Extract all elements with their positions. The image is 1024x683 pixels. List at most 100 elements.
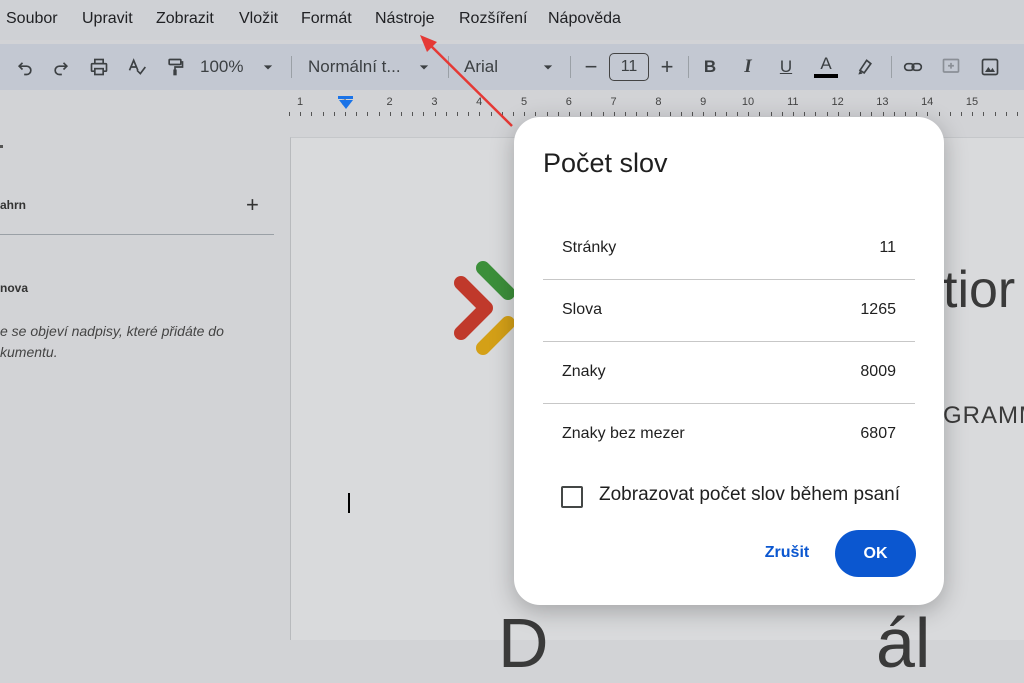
ruler-tick [557, 112, 559, 116]
indent-marker-icon[interactable] [339, 100, 353, 109]
menu-edit[interactable]: Upravit [82, 10, 133, 28]
redo-icon[interactable] [48, 44, 74, 90]
undo-icon[interactable] [12, 44, 38, 90]
text-color-swatch [814, 74, 838, 78]
style-value: Normální t... [308, 57, 401, 76]
ruler-number: 4 [476, 96, 483, 108]
ruler-tick [793, 112, 794, 116]
ruler-tick [625, 112, 626, 116]
font-value: Arial [464, 57, 499, 76]
stat-row-characters-no-spaces: Znaky bez mezer 6807 [543, 403, 915, 465]
ruler-tick [322, 112, 324, 116]
zoom-dropdown-icon[interactable] [258, 44, 278, 90]
font-dropdown-icon[interactable] [538, 44, 558, 90]
font-size-input[interactable]: 11 [609, 53, 649, 81]
font-select[interactable]: Arial [464, 44, 524, 90]
ruler-tick [949, 112, 951, 116]
ruler-tick [658, 112, 660, 116]
ruler-tick [501, 112, 503, 116]
paint-format-icon[interactable] [162, 44, 188, 90]
ruler-number: 15 [965, 96, 979, 108]
ruler-tick [412, 112, 414, 116]
spellcheck-icon[interactable] [124, 44, 150, 90]
decrease-font-size-button[interactable]: − [580, 44, 602, 90]
toolbar-divider [891, 56, 892, 78]
ruler-number: 8 [655, 96, 662, 108]
ruler-tick [781, 112, 783, 116]
toolbar-divider [448, 56, 449, 78]
add-comment-icon[interactable] [938, 44, 964, 90]
outline-label: nova [0, 281, 29, 295]
bold-button[interactable]: B [698, 44, 722, 90]
cancel-button[interactable]: Zrušit [750, 532, 824, 574]
print-icon[interactable] [86, 44, 112, 90]
ruler-tick [445, 112, 447, 116]
ruler-tick [860, 112, 862, 116]
ruler-tick [580, 112, 582, 116]
ruler-tick [669, 112, 671, 116]
ruler-number: 14 [921, 96, 934, 108]
ruler-tick [356, 112, 358, 116]
first-line-indent-marker-icon[interactable] [338, 96, 353, 99]
add-summary-button[interactable]: + [246, 192, 259, 218]
ruler-number: 1 [296, 96, 304, 108]
ruler-tick [613, 112, 615, 116]
ok-button[interactable]: OK [835, 530, 916, 577]
zoom-select[interactable]: 100% [200, 44, 256, 90]
ruler-tick [401, 112, 402, 116]
ruler-tick [994, 112, 996, 116]
link-icon[interactable] [900, 44, 926, 90]
menu-format[interactable]: Formát [301, 10, 352, 28]
stat-label: Slova [562, 301, 603, 318]
italic-button[interactable]: I [736, 44, 760, 90]
ruler-tick [770, 112, 772, 116]
ruler-number: 5 [520, 96, 528, 108]
ruler-number: 11 [787, 96, 799, 108]
text-color-button[interactable]: A [812, 44, 840, 90]
ruler-tick [882, 112, 884, 116]
logo-icon [454, 261, 515, 355]
stat-row-characters: Znaky 8009 [543, 341, 915, 404]
underline-button[interactable]: U [774, 44, 798, 90]
ruler-tick [311, 112, 313, 116]
ruler-number: 2 [386, 96, 393, 108]
style-select[interactable]: Normální t... [308, 44, 414, 90]
menu-file[interactable]: Soubor [6, 10, 58, 28]
ruler-tick [983, 112, 985, 116]
doc-bottom-text-2: ál [876, 604, 931, 682]
highlight-icon[interactable] [852, 44, 878, 90]
document-outline-panel: ahrn + nova e se objeví nadpisy, které p… [0, 116, 290, 639]
doc-header-text: tior [943, 261, 1016, 319]
style-dropdown-icon[interactable] [414, 44, 434, 90]
increase-font-size-button[interactable]: + [656, 44, 678, 90]
ruler-tick [972, 112, 974, 116]
ruler-tick [703, 112, 705, 116]
insert-image-icon[interactable] [977, 44, 1003, 90]
ruler-number: 7 [610, 96, 617, 108]
ruler-number: 12 [831, 96, 844, 108]
menu-help[interactable]: Nápověda [548, 10, 621, 28]
ruler-tick [367, 112, 369, 116]
menu-extensions[interactable]: Rozšíření [459, 10, 527, 28]
menu-insert[interactable]: Vložit [239, 10, 278, 28]
ruler-tick [961, 112, 962, 116]
show-word-count-checkbox[interactable] [561, 486, 583, 508]
zoom-value: 100% [200, 57, 244, 76]
menu-tools[interactable]: Nástroje [375, 10, 435, 28]
horizontal-ruler[interactable]: 1 1 2 3 4 5 6 7 8 9 10 11 12 13 14 15 [0, 94, 1024, 116]
ruler-number: 6 [565, 96, 572, 108]
ruler-tick [748, 112, 750, 116]
ruler-tick [916, 112, 918, 116]
text-cursor [348, 493, 350, 513]
stat-label: Znaky bez mezer [562, 425, 685, 442]
ruler-tick [938, 112, 940, 116]
summary-label: ahrn [0, 198, 27, 212]
sidebar-dot [0, 145, 3, 148]
ruler-tick [423, 112, 425, 116]
show-word-count-label[interactable]: Zobrazovat počet slov během psaní [599, 484, 900, 506]
ruler-tick [468, 112, 470, 116]
sidebar-divider [0, 234, 274, 235]
doc-subtext: GRAMM [943, 402, 1024, 429]
ruler-tick [714, 112, 716, 116]
menu-view[interactable]: Zobrazit [156, 10, 214, 28]
